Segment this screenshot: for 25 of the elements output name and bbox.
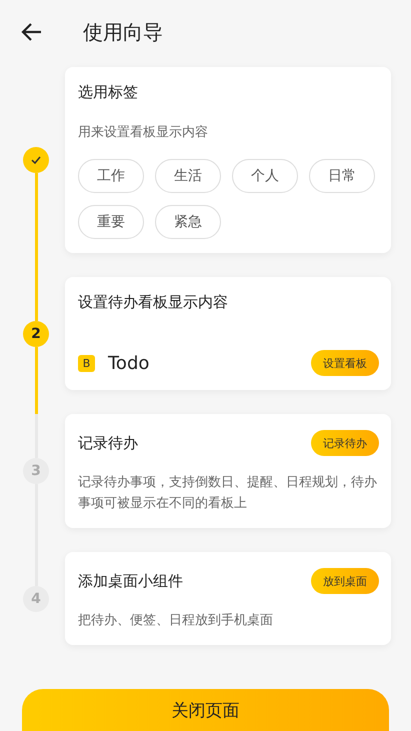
back-arrow-icon[interactable] <box>21 21 43 43</box>
step-description: 用来设置看板显示内容 <box>78 124 209 142</box>
tag-chip[interactable]: 日常 <box>309 159 375 193</box>
board-name: Todo <box>108 352 150 374</box>
step-action-button[interactable]: 放到桌面 <box>311 568 379 594</box>
step-action-button[interactable]: 记录待办 <box>311 430 379 456</box>
tag-chip[interactable]: 重要 <box>78 205 144 239</box>
step-title: 选用标签 <box>78 83 139 102</box>
step-description: 把待办、便签、日程放到手机桌面 <box>78 612 274 630</box>
tag-chip[interactable]: 工作 <box>78 159 144 193</box>
step-marker: 3 <box>23 458 49 484</box>
step-title: 添加桌面小组件 <box>78 572 183 590</box>
tag-chip[interactable]: 紧急 <box>155 205 221 239</box>
page-title: 使用向导 <box>83 18 163 46</box>
step-title: 设置待办看板显示内容 <box>78 293 229 312</box>
step-description: 记录待办事项，支持倒数日、提醒、日程规划，待办事项可被显示在不同的看板上 <box>78 474 378 513</box>
step-title: 记录待办 <box>78 434 138 452</box>
tag-chip[interactable]: 个人 <box>232 159 298 193</box>
tag-chip[interactable]: 生活 <box>155 159 221 193</box>
set-board-button[interactable]: 设置看板 <box>311 350 379 376</box>
board-badge: B <box>78 354 95 372</box>
check-icon <box>30 154 42 166</box>
step-marker: 4 <box>23 586 49 612</box>
step-marker: 2 <box>23 320 49 346</box>
close-page-button[interactable]: 关闭页面 <box>22 689 389 731</box>
